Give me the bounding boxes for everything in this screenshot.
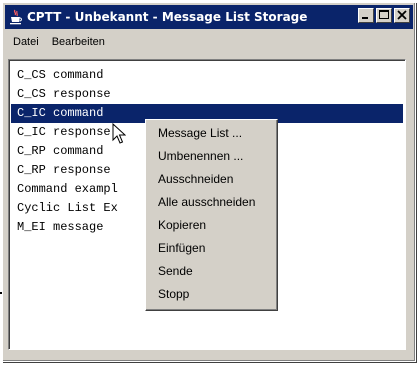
menu-item-einfuegen[interactable]: Einfügen <box>158 237 205 259</box>
close-button[interactable] <box>394 8 410 23</box>
menu-item-message-list[interactable]: Message List ... <box>158 122 242 144</box>
menu-item-ausschneiden[interactable]: Ausschneiden <box>158 168 233 190</box>
menu-bearbeiten[interactable]: Bearbeiten <box>47 32 110 52</box>
minimize-icon <box>362 17 368 19</box>
window-controls <box>358 8 410 23</box>
menu-item-kopieren[interactable]: Kopieren <box>158 214 206 236</box>
context-menu: Message List ... Umbenennen ... Ausschne… <box>145 119 278 311</box>
java-cup-icon <box>10 9 22 25</box>
menu-item-sende[interactable]: Sende <box>158 260 193 282</box>
list-item[interactable]: C_CS response <box>11 85 403 104</box>
window-title: CPTT - Unbekannt - Message List Storage <box>27 10 308 24</box>
minimize-button[interactable] <box>358 8 374 23</box>
menu-item-umbenennen[interactable]: Umbenennen ... <box>158 145 243 167</box>
maximize-icon <box>379 10 389 19</box>
mouse-pointer-icon <box>112 123 126 144</box>
menu-datei[interactable]: Datei <box>8 32 44 52</box>
close-icon <box>397 10 407 20</box>
maximize-button[interactable] <box>376 8 392 23</box>
menu-bar: Datei Bearbeiten <box>5 32 413 52</box>
menu-item-stopp[interactable]: Stopp <box>158 283 189 305</box>
title-bar[interactable]: CPTT - Unbekannt - Message List Storage <box>5 5 413 29</box>
menu-item-alle-ausschneiden[interactable]: Alle ausschneiden <box>158 191 255 213</box>
list-item[interactable]: C_CS command <box>11 66 403 85</box>
